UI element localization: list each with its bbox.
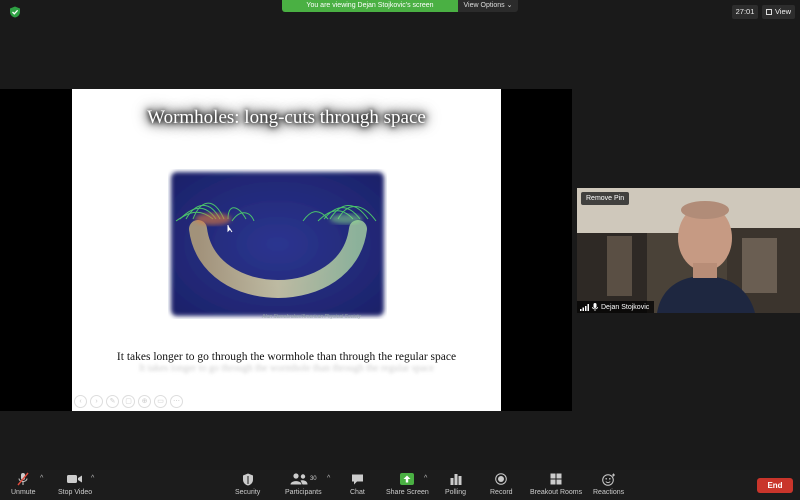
slide-title: Wormholes: long-cuts through space: [147, 107, 426, 128]
polling-button[interactable]: Polling: [445, 472, 466, 496]
security-label: Security: [235, 489, 261, 496]
stop-video-button[interactable]: Stop Video: [58, 472, 92, 496]
viewing-screen-label: You are viewing Dejan Stojkovic's screen: [282, 0, 458, 12]
view-button-label: View: [774, 7, 792, 16]
view-button[interactable]: View: [762, 5, 795, 19]
record-icon: [495, 473, 508, 485]
share-screen-arrow-icon: [400, 473, 415, 485]
participants-icon: [290, 473, 308, 485]
view-options-button[interactable]: View Options ⌄: [458, 0, 518, 12]
unmute-button[interactable]: Unmute: [11, 472, 36, 496]
presentation-slide: Wormholes: long-cuts through space Alan …: [72, 89, 501, 411]
slide-caption-reflection: It takes longer to go through the wormho…: [139, 363, 434, 374]
grid-view-icon: [765, 9, 772, 15]
pen-icon[interactable]: ✎: [106, 395, 119, 408]
record-button[interactable]: Record: [490, 472, 513, 496]
reactions-label: Reactions: [593, 489, 625, 496]
screen-share-banner: You are viewing Dejan Stojkovic's screen…: [282, 0, 518, 12]
record-label: Record: [490, 489, 513, 496]
muted-microphone-icon: [17, 472, 29, 486]
shared-screen-area[interactable]: Wormholes: long-cuts through space Alan …: [0, 89, 572, 411]
signal-strength-icon: [580, 303, 589, 311]
share-screen-label: Share Screen: [386, 489, 429, 496]
stop-video-label: Stop Video: [58, 489, 93, 496]
remove-pin-button[interactable]: Remove Pin: [581, 192, 630, 205]
unmute-label: Unmute: [11, 489, 36, 496]
slides-icon[interactable]: ▢: [122, 395, 135, 408]
zoom-icon[interactable]: ⊕: [138, 395, 151, 408]
next-slide-icon[interactable]: ›: [90, 395, 103, 408]
security-shield-icon: [242, 473, 253, 485]
meeting-timer: 27:01: [732, 5, 758, 19]
share-screen-button[interactable]: Share Screen: [386, 472, 429, 496]
polling-label: Polling: [445, 489, 467, 496]
reactions-smiley-icon: [601, 473, 615, 486]
subtitles-icon[interactable]: ▭: [154, 395, 167, 408]
video-options-caret-icon[interactable]: ^: [91, 475, 94, 482]
encryption-shield-icon[interactable]: [9, 6, 21, 18]
participants-count: 30: [309, 476, 317, 482]
chat-bubble-icon: [351, 474, 363, 485]
breakout-rooms-grid-icon: [550, 473, 562, 485]
polling-chart-icon: [450, 474, 461, 485]
participants-label: Participants: [285, 489, 322, 496]
video-camera-icon: [67, 475, 83, 483]
slide-caption: It takes longer to go through the wormho…: [116, 351, 457, 363]
more-icon[interactable]: ⋯: [170, 395, 183, 408]
chat-label: Chat: [350, 489, 365, 496]
participant-name-tag: Dejan Stojkovic: [577, 301, 655, 313]
participant-name: Dejan Stojkovic: [601, 303, 650, 311]
breakout-rooms-button[interactable]: Breakout Rooms: [530, 472, 582, 496]
image-credit: Alan Stonebraker/American Physical Socie…: [262, 314, 361, 320]
participants-options-caret-icon[interactable]: ^: [327, 475, 330, 482]
view-options-label: View Options: [463, 2, 505, 9]
chat-button[interactable]: Chat: [350, 472, 365, 496]
audio-options-caret-icon[interactable]: ^: [40, 475, 43, 482]
presentation-controls: ‹ › ✎ ▢ ⊕ ▭ ⋯: [74, 395, 183, 408]
breakout-rooms-label: Breakout Rooms: [530, 489, 583, 496]
microphone-icon: [592, 303, 598, 311]
wormhole-illustration: [171, 172, 384, 316]
end-meeting-button[interactable]: End: [757, 478, 793, 493]
participant-video-tile[interactable]: Remove Pin Dejan Stojkovic: [577, 188, 800, 313]
chevron-down-icon: ⌄: [506, 2, 513, 9]
share-options-caret-icon[interactable]: ^: [424, 475, 427, 482]
participant-video-feed: [577, 188, 800, 313]
meeting-toolbar: Unmute ^ Stop Video ^ Security 30 Partic…: [0, 470, 800, 500]
participants-button[interactable]: 30 Participants: [285, 472, 322, 496]
previous-slide-icon[interactable]: ‹: [74, 395, 87, 408]
security-button[interactable]: Security: [235, 472, 260, 496]
reactions-button[interactable]: Reactions: [593, 472, 624, 496]
